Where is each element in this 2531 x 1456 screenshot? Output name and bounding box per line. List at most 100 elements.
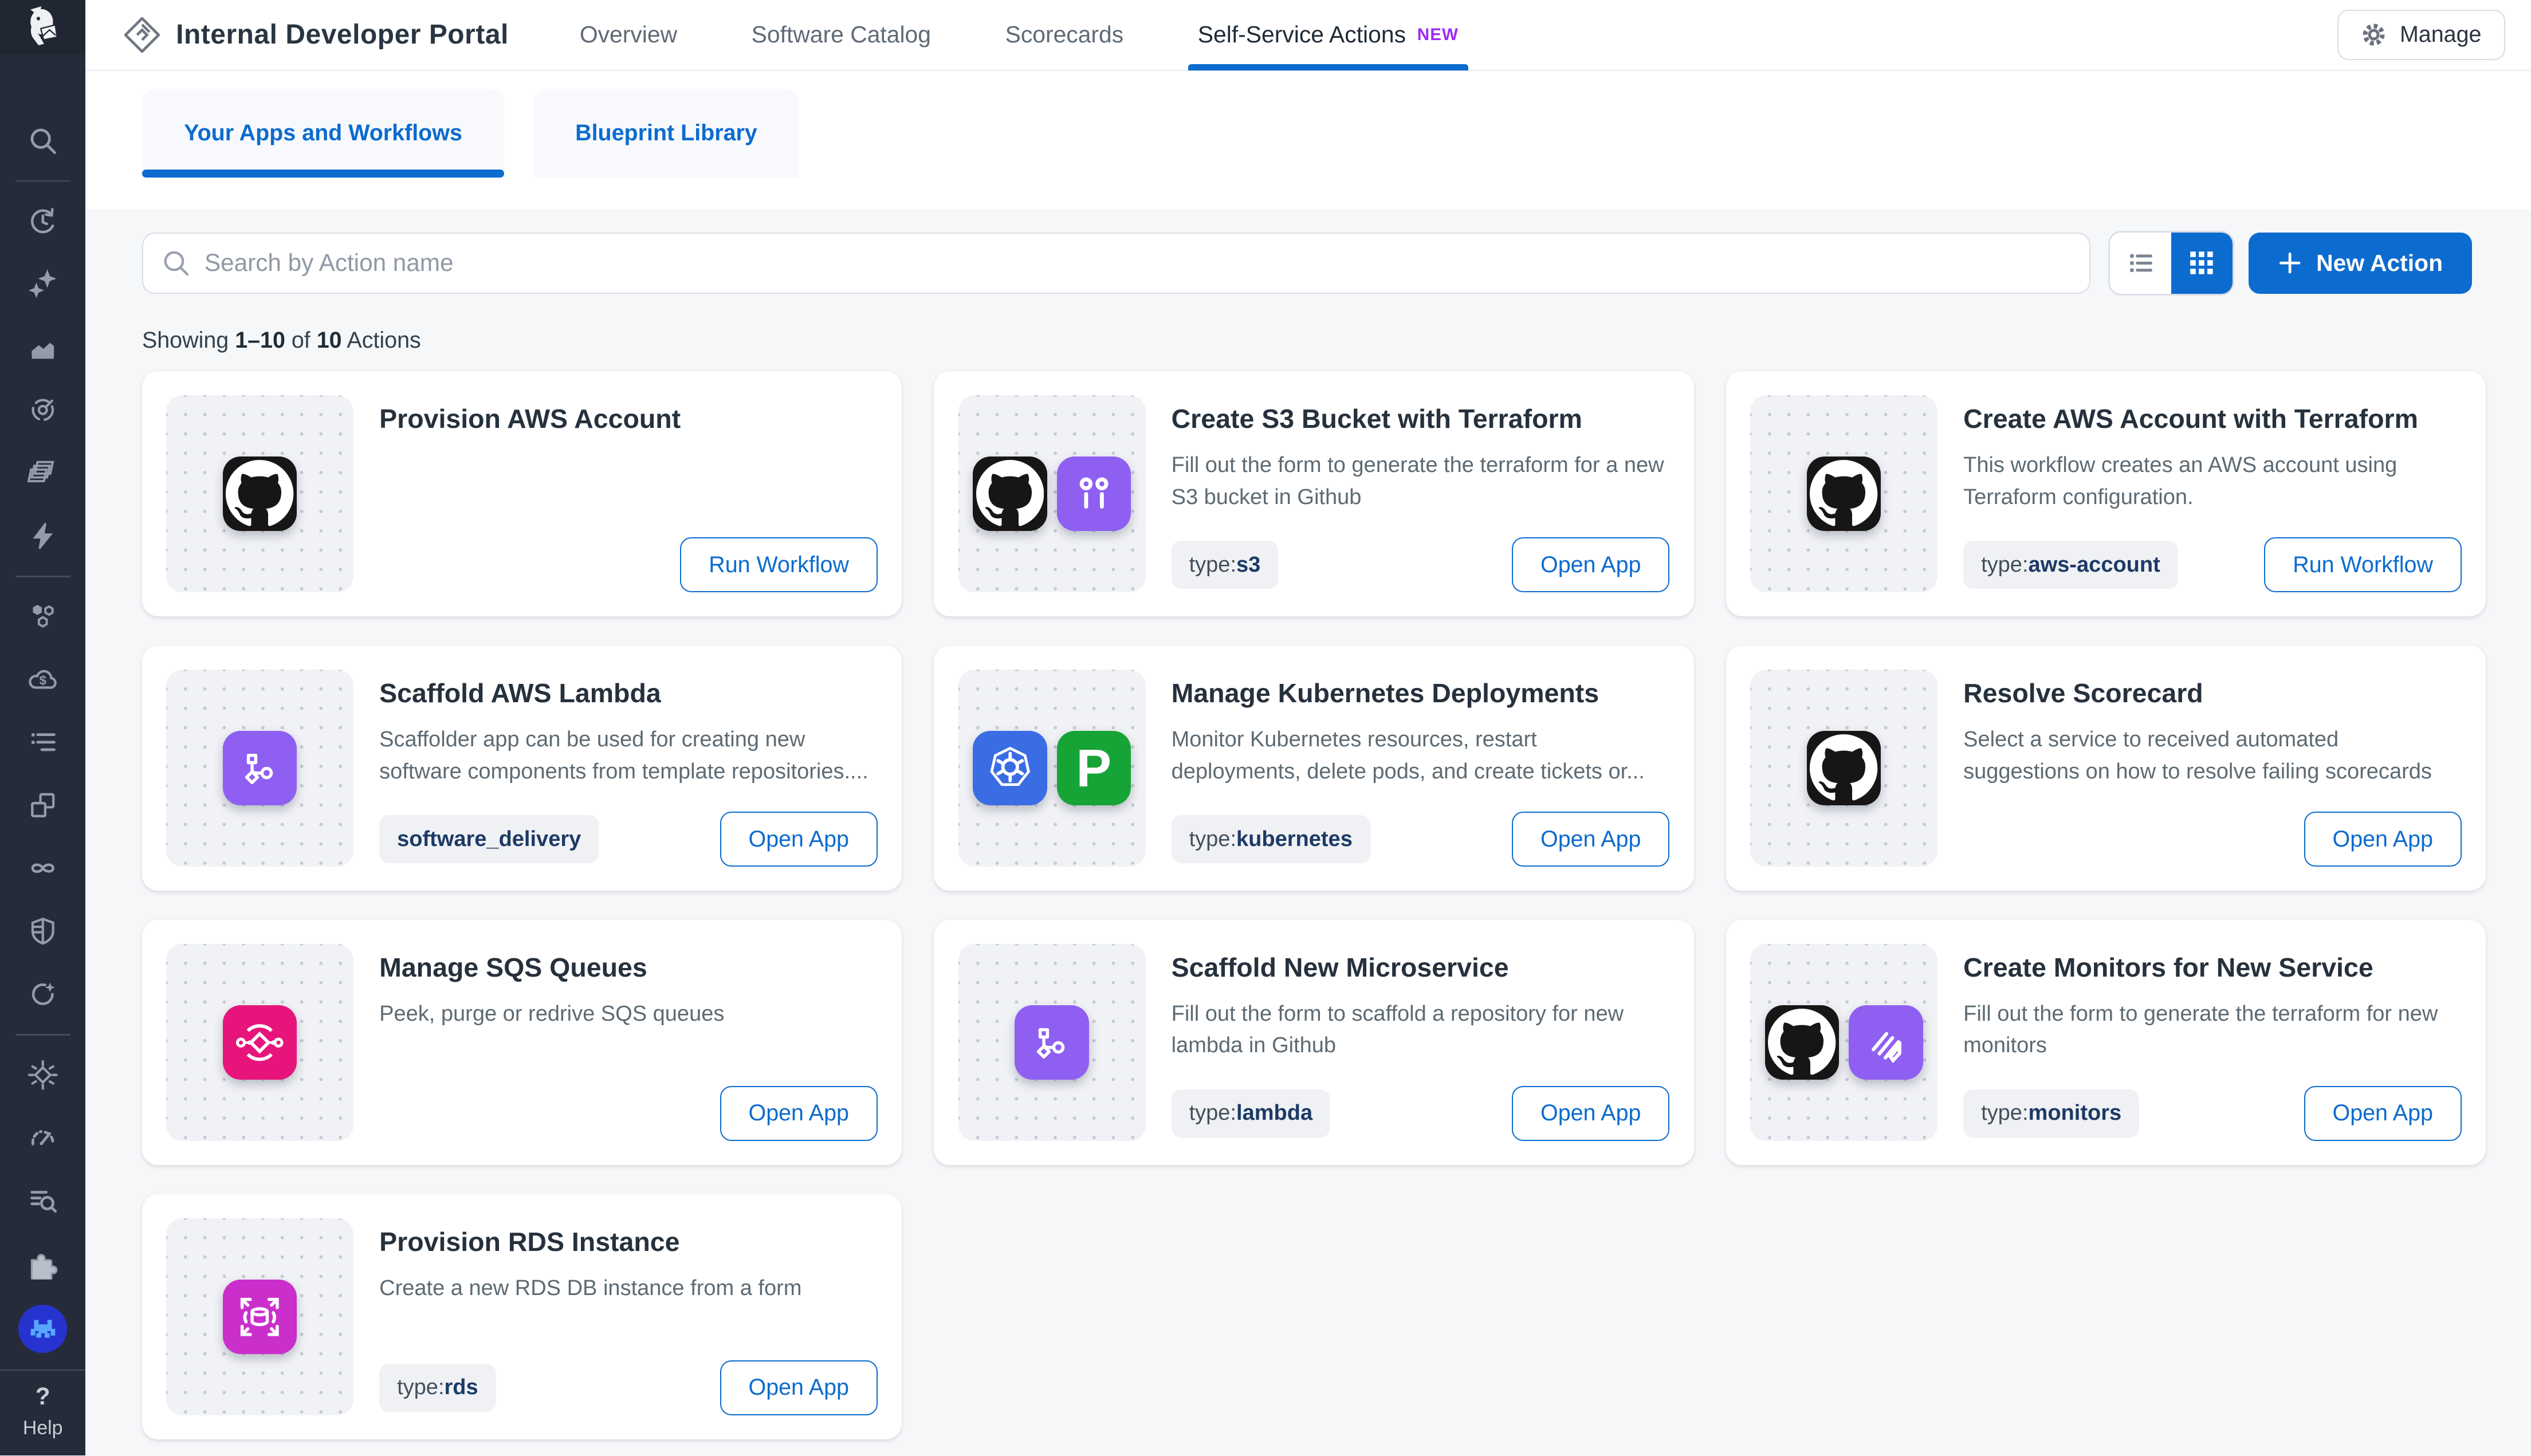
action-button[interactable]: Open App	[1512, 1086, 1669, 1141]
action-card[interactable]: P Manage Kubernetes Deployments Monitor …	[934, 646, 1693, 891]
security-icon[interactable]	[18, 907, 67, 956]
nav-item-scorecards[interactable]: Scorecards	[1005, 0, 1124, 70]
action-card[interactable]: Resolve Scorecard Select a service to re…	[1726, 646, 2486, 891]
results-total: 10	[317, 328, 342, 353]
logs-icon[interactable]	[18, 718, 67, 767]
action-card-footer: software_delivery Open App	[379, 812, 878, 867]
action-title: Create S3 Bucket with Terraform	[1172, 403, 1668, 435]
action-title: Resolve Scorecard	[1963, 678, 2460, 710]
quality-icon[interactable]	[18, 970, 67, 1018]
action-card[interactable]: Scaffold AWS Lambda Scaffolder app can b…	[142, 646, 902, 891]
action-icons	[223, 1005, 297, 1080]
integrations-icon[interactable]	[18, 1239, 67, 1288]
grid-view-button[interactable]	[2171, 233, 2233, 294]
github-icon	[223, 457, 297, 531]
active-tab-underline	[142, 170, 504, 178]
infrastructure-icon[interactable]	[18, 592, 67, 641]
action-button[interactable]: Open App	[720, 812, 878, 867]
metrics-icon[interactable]	[18, 323, 67, 372]
action-card[interactable]: Provision AWS Account Run Workflow	[142, 371, 902, 616]
action-type-chip: software_delivery	[379, 815, 599, 864]
list-icon	[2126, 249, 2155, 278]
action-icons	[223, 1280, 297, 1354]
svg-text:$: $	[39, 673, 46, 687]
view-toggle	[2110, 233, 2233, 294]
action-title: Scaffold AWS Lambda	[379, 678, 876, 710]
search-icon[interactable]	[18, 116, 67, 165]
user-avatar[interactable]	[18, 1305, 67, 1353]
port-logo	[124, 17, 160, 53]
action-button[interactable]: Run Workflow	[680, 537, 878, 592]
tab-your-apps-and-workflows[interactable]: Your Apps and Workflows	[142, 89, 504, 178]
error-tracking-icon[interactable]	[18, 1050, 67, 1099]
action-icon-panel	[1750, 944, 1937, 1141]
copilot-icon[interactable]	[18, 260, 67, 309]
cloud-cost-icon[interactable]: $	[18, 655, 67, 704]
actions-icon[interactable]	[18, 511, 67, 560]
datadog-sidebar: $ ? Help	[0, 0, 85, 1455]
help-icon: ?	[36, 1383, 50, 1409]
action-card-footer: Open App	[379, 1086, 878, 1141]
action-type-chip: type:kubernetes	[1172, 815, 1370, 864]
action-card-footer: type:monitors Open App	[1963, 1086, 2462, 1141]
action-title: Provision AWS Account	[379, 403, 876, 435]
action-icon-panel	[166, 1218, 353, 1415]
action-button[interactable]: Open App	[1512, 537, 1669, 592]
list-view-button[interactable]	[2110, 233, 2171, 294]
help-label: Help	[23, 1417, 63, 1439]
form-icon	[1057, 457, 1131, 531]
recents-icon[interactable]	[18, 197, 67, 246]
help-section[interactable]: ? Help	[0, 1370, 85, 1456]
action-icon-panel	[958, 944, 1146, 1141]
nav-item-overview[interactable]: Overview	[580, 0, 677, 70]
manage-button[interactable]: Manage	[2337, 10, 2505, 60]
action-card-body: Create Monitors for New Service Fill out…	[1963, 920, 2486, 1062]
tab-blueprint-library[interactable]: Blueprint Library	[533, 89, 799, 178]
monitors-icon	[1849, 1005, 1923, 1080]
dashboards-icon[interactable]	[18, 449, 67, 498]
action-icon-panel	[166, 395, 353, 592]
nav-item-software-catalog[interactable]: Software Catalog	[752, 0, 931, 70]
search-input[interactable]	[142, 233, 2090, 294]
action-icon-panel: P	[958, 670, 1146, 867]
action-card-footer: type:aws-account Run Workflow	[1963, 537, 2462, 592]
action-icons	[973, 457, 1131, 531]
cicd-icon[interactable]	[18, 844, 67, 893]
action-card[interactable]: Scaffold New Microservice Fill out the f…	[934, 920, 1693, 1165]
action-title: Manage Kubernetes Deployments	[1172, 678, 1668, 710]
action-button[interactable]: Run Workflow	[2264, 537, 2462, 592]
software-catalog-icon[interactable]	[18, 781, 67, 830]
results-summary: Showing 1–10 of 10 Actions	[142, 328, 2486, 353]
action-type-chip: type:s3	[1172, 541, 1279, 589]
action-card-footer: Open App	[1963, 812, 2462, 867]
action-button[interactable]: Open App	[1512, 812, 1669, 867]
action-card[interactable]: Create AWS Account with Terraform This w…	[1726, 371, 2486, 616]
action-icon-panel	[958, 395, 1146, 592]
action-card-body: Resolve Scorecard Select a service to re…	[1963, 646, 2486, 788]
action-card[interactable]: Provision RDS Instance Create a new RDS …	[142, 1194, 902, 1439]
action-button[interactable]: Open App	[720, 1086, 878, 1141]
action-description: Monitor Kubernetes resources, restart de…	[1172, 724, 1668, 787]
datadog-logo[interactable]	[0, 0, 85, 54]
app-header: Internal Developer Portal Overview Softw…	[85, 0, 2531, 71]
action-icon-panel	[166, 670, 353, 867]
action-icons	[223, 731, 297, 805]
scaffolder-icon	[223, 731, 297, 805]
nav-item-self-service-actions[interactable]: Self-Service Actions NEW	[1198, 0, 1459, 70]
action-card-body: Scaffold AWS Lambda Scaffolder app can b…	[379, 646, 902, 788]
action-description: Peek, purge or redrive SQS queues	[379, 998, 876, 1030]
profiling-icon[interactable]	[18, 1113, 67, 1162]
action-card[interactable]: Create S3 Bucket with Terraform Fill out…	[934, 371, 1693, 616]
action-card[interactable]: Create Monitors for New Service Fill out…	[1726, 920, 2486, 1165]
action-button[interactable]: Open App	[720, 1360, 878, 1415]
service-management-icon[interactable]	[18, 386, 67, 435]
new-action-button[interactable]: New Action	[2249, 233, 2472, 294]
sidebar-divider	[15, 180, 70, 182]
action-button[interactable]: Open App	[2304, 812, 2462, 867]
action-card-footer: type:kubernetes Open App	[1172, 812, 1670, 867]
action-button[interactable]: Open App	[2304, 1086, 2462, 1141]
action-card[interactable]: Manage SQS Queues Peek, purge or redrive…	[142, 920, 902, 1165]
action-card-footer: type:rds Open App	[379, 1360, 878, 1415]
log-explorer-icon[interactable]	[18, 1176, 67, 1225]
action-icon-panel	[1750, 395, 1937, 592]
